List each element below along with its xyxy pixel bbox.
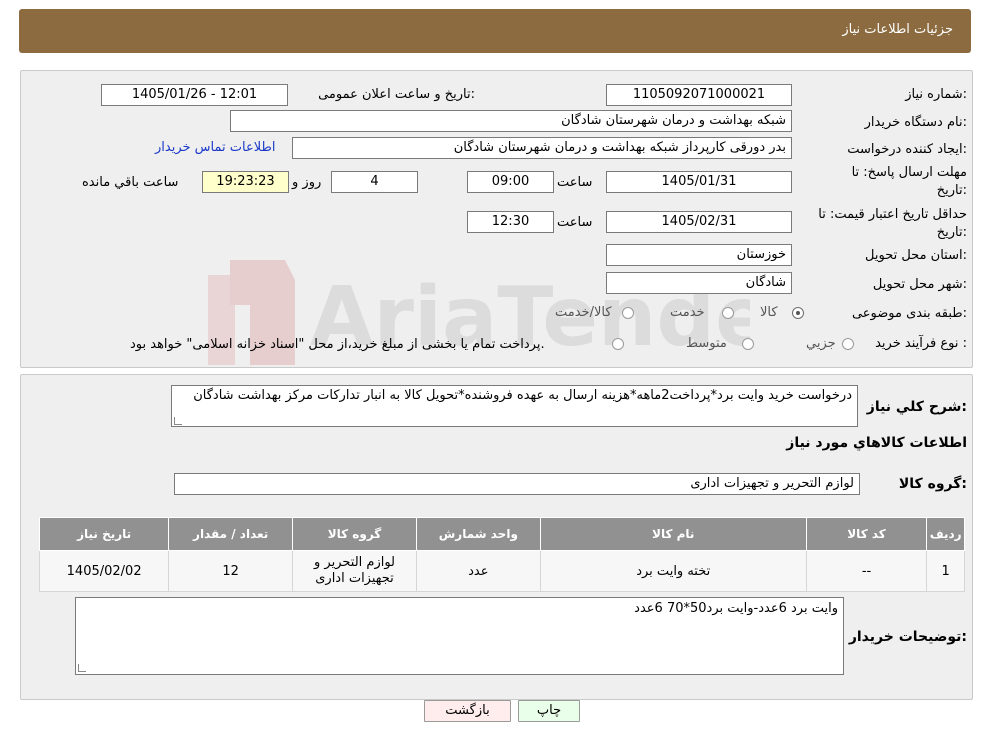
description-field: درخواست خرید وایت برد*پرداخت2ماهه*هزینه … xyxy=(171,385,858,427)
print-button[interactable]: چاپ xyxy=(518,700,580,722)
column-header-group: گروه کالا xyxy=(292,517,417,551)
page-header: جزئیات اطلاعات نیاز xyxy=(19,9,971,53)
buyer-notes-resize-handle[interactable] xyxy=(78,664,86,672)
process-radio-minor[interactable] xyxy=(842,338,854,350)
category-option-goods: کالا xyxy=(760,305,778,320)
goods-table: رديف کد کالا نام کالا واحد شمارش گروه کا… xyxy=(38,517,965,592)
goods-group-field: لوازم التحریر و تجهیزات اداری xyxy=(174,473,860,495)
buyer-contact-link[interactable]: اطلاعات تماس خریدار xyxy=(155,140,275,155)
category-option-both: کالا/خدمت xyxy=(555,305,612,320)
column-header-date: تاریخ نیاز xyxy=(38,517,170,551)
process-option-medium: متوسط xyxy=(686,336,727,351)
page-title: جزئیات اطلاعات نیاز xyxy=(842,22,953,37)
announce-label: تاریخ و ساعت اعلان عمومی: xyxy=(318,87,475,102)
category-option-service: خدمت xyxy=(670,305,705,320)
category-radio-goods[interactable] xyxy=(792,307,804,319)
cell-code: -- xyxy=(805,550,928,592)
goods-group-label: گروه کالا: xyxy=(898,476,967,492)
cell-name: تخته وایت برد xyxy=(539,550,807,592)
reply-deadline-label: مهلت ارسال پاسخ: تا xyxy=(851,165,967,180)
cell-qty: 12 xyxy=(168,550,294,592)
process-label: نوع فرآیند خرید : xyxy=(875,336,967,351)
province-field: خوزستان xyxy=(606,244,792,266)
validity-label-2: تاریخ: xyxy=(936,225,967,240)
province-label: استان محل تحویل: xyxy=(865,248,967,263)
validity-time-label: ساعت xyxy=(557,215,593,230)
category-label: طبقه بندی موضوعی: xyxy=(851,306,967,321)
reply-time-field: 09:00 xyxy=(467,171,554,193)
process-radio-treasury[interactable] xyxy=(612,338,624,350)
column-header-code: کد کالا xyxy=(805,517,928,551)
goods-section-title: اطلاعات کالاهاي مورد نياز xyxy=(786,435,967,451)
reply-deadline-label-2: تاریخ: xyxy=(936,183,967,198)
description-label: شرح کلي نياز: xyxy=(866,399,967,415)
buyer-notes-label: توضیحات خریدار: xyxy=(848,629,967,645)
buyer-notes-field: وایت برد 6عدد-وایت برد50*70 6عدد xyxy=(75,597,844,675)
buyer-org-label: نام دستگاه خریدار: xyxy=(864,115,967,130)
table-row: 1 -- تخته وایت برد عدد لوازم التحریر و ت… xyxy=(38,550,965,592)
creator-label: ایجاد کننده درخواست: xyxy=(847,142,967,157)
description-text: درخواست خرید وایت برد*پرداخت2ماهه*هزینه … xyxy=(193,388,852,403)
category-radio-service[interactable] xyxy=(722,307,734,319)
process-option-minor: جزیي xyxy=(806,336,836,351)
city-label: شهر محل تحویل: xyxy=(872,277,967,292)
announce-field: 1405/01/26 - 12:01 xyxy=(101,84,288,106)
need-number-label: شماره نیاز: xyxy=(905,87,967,102)
column-header-index: رديف xyxy=(926,517,965,551)
validity-date-field: 1405/02/31 xyxy=(606,211,792,233)
validity-label: حداقل تاریخ اعتبار قیمت: تا xyxy=(818,207,967,222)
days-label: روز و xyxy=(292,175,322,190)
column-header-qty: تعداد / مقدار xyxy=(168,517,294,551)
reply-time-label: ساعت xyxy=(557,175,593,190)
back-button[interactable]: بازگشت xyxy=(424,700,511,722)
remaining-days-field: 4 xyxy=(331,171,418,193)
cell-group: لوازم التحریر و تجهیزات اداری xyxy=(292,550,417,592)
reply-date-field: 1405/01/31 xyxy=(606,171,792,193)
city-field: شادگان xyxy=(606,272,792,294)
need-number-field: 1105092071000021 xyxy=(606,84,792,106)
creator-field: بدر دورقی کارپرداز شبکه بهداشت و درمان ش… xyxy=(292,137,792,159)
buyer-notes-text: وایت برد 6عدد-وایت برد50*70 6عدد xyxy=(634,601,838,616)
remaining-time-field: 19:23:23 xyxy=(202,171,289,193)
process-radio-medium[interactable] xyxy=(742,338,754,350)
cell-index: 1 xyxy=(926,550,965,592)
remaining-label: ساعت باقي مانده xyxy=(82,175,179,190)
table-header-row: رديف کد کالا نام کالا واحد شمارش گروه کا… xyxy=(38,517,965,551)
validity-time-field: 12:30 xyxy=(467,211,554,233)
cell-date: 1405/02/02 xyxy=(38,550,170,592)
description-resize-handle[interactable] xyxy=(174,417,182,425)
process-note: پرداخت تمام یا بخشی از مبلغ خرید،از محل … xyxy=(130,337,545,352)
category-radio-both[interactable] xyxy=(622,307,634,319)
column-header-unit: واحد شمارش xyxy=(415,517,541,551)
buyer-org-field: شبکه بهداشت و درمان شهرستان شادگان xyxy=(230,110,792,132)
cell-unit: عدد xyxy=(415,550,541,592)
column-header-name: نام کالا xyxy=(539,517,807,551)
